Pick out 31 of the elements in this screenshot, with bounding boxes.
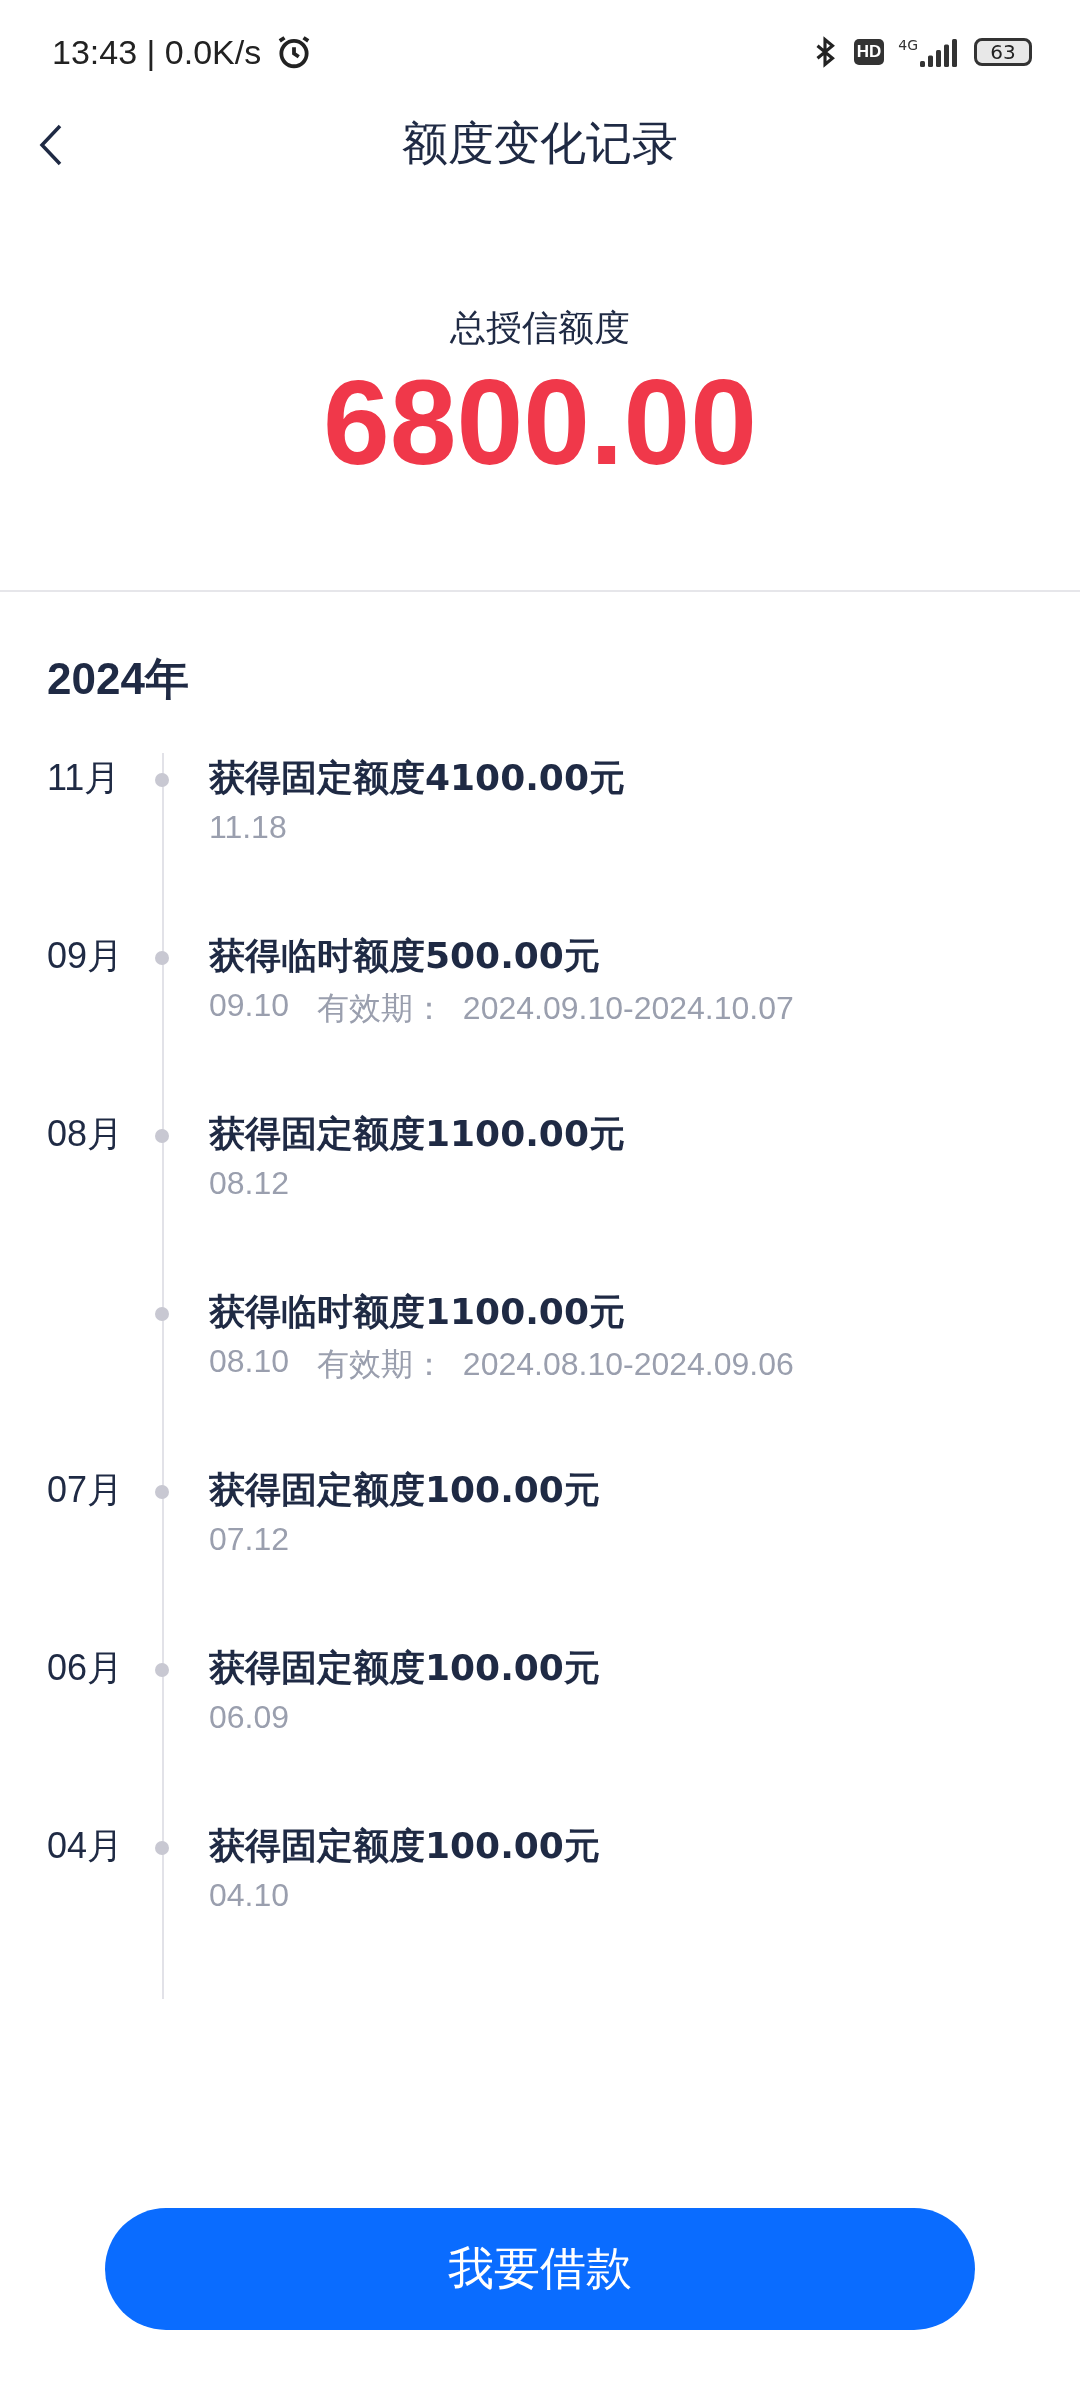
- record-title: 获得固定额度4100.00元: [209, 756, 626, 800]
- month-label: 06月: [46, 1646, 125, 1690]
- network-type: 4G: [898, 37, 918, 53]
- record-title: 获得临时额度500.00元: [209, 934, 601, 978]
- page-title: 额度变化记录: [402, 115, 678, 172]
- year-heading: 2024年: [47, 653, 190, 705]
- borrow-button[interactable]: 我要借款: [105, 2208, 975, 2330]
- month-label: 11月: [46, 756, 122, 800]
- record-title: 获得固定额度100.00元: [209, 1824, 601, 1868]
- validity-period: 有效期： 2024.08.10-2024.09.06: [317, 1345, 794, 1384]
- month-label: 08月: [46, 1112, 125, 1156]
- month-label: 09月: [46, 934, 125, 978]
- month-label: 04月: [46, 1824, 125, 1868]
- record-title: 获得固定额度100.00元: [209, 1646, 601, 1690]
- hd-badge: HD: [853, 39, 885, 65]
- record-date: 11.18: [209, 809, 287, 846]
- record-date: 09.10: [209, 987, 290, 1025]
- credit-label: 总授信额度: [450, 306, 630, 350]
- status-time: 13:43 | 0.0K/s: [52, 32, 262, 72]
- credit-amount: 6800.00: [323, 354, 757, 491]
- battery-level: 63: [990, 40, 1016, 64]
- record-title: 获得临时额度1100.00元: [209, 1290, 626, 1334]
- record-date: 08.12: [209, 1165, 290, 1202]
- record-date: 08.10: [209, 1343, 290, 1381]
- record-title: 获得固定额度100.00元: [209, 1468, 601, 1512]
- record-title: 获得固定额度1100.00元: [209, 1112, 626, 1156]
- validity-period: 有效期： 2024.09.10-2024.10.07: [317, 989, 794, 1028]
- record-date: 07.12: [209, 1521, 290, 1558]
- month-label: 07月: [46, 1468, 125, 1512]
- record-date: 04.10: [209, 1877, 290, 1914]
- record-date: 06.09: [209, 1699, 290, 1736]
